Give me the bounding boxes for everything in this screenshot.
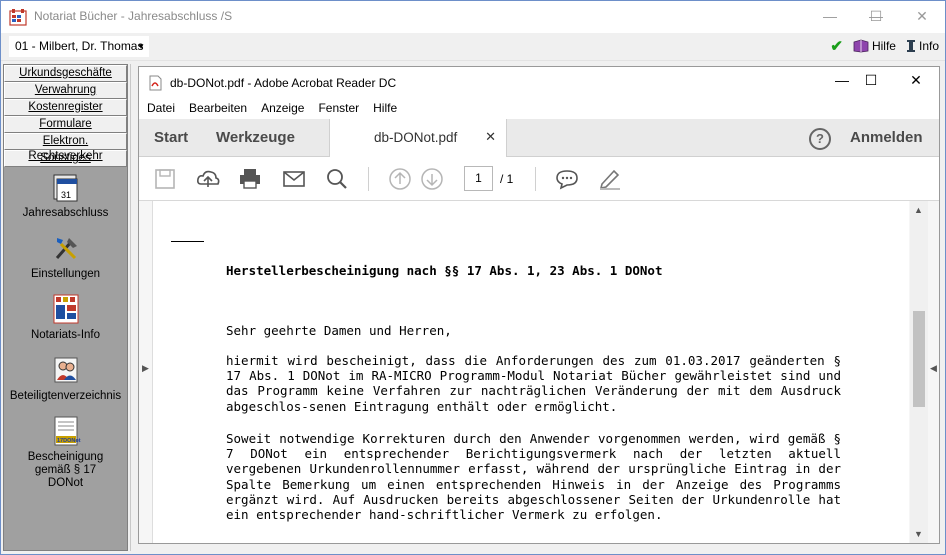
acrobat-toolbar: 1 / 1 xyxy=(139,157,939,201)
minimize-button[interactable]: — xyxy=(807,1,853,31)
left-pane-arrow-icon[interactable]: ▶ xyxy=(142,363,149,374)
nav-item-jahresabschluss[interactable]: 31 Jahresabschluss xyxy=(4,171,127,220)
nav-item-label: Einstellungen xyxy=(30,268,101,280)
tab-document[interactable]: db-DONot.pdf ✕ xyxy=(329,119,507,158)
svg-text:17DONot: 17DONot xyxy=(57,438,81,444)
acrobat-maximize-button[interactable]: ☐ xyxy=(856,72,886,94)
help-button[interactable]: Hilfe xyxy=(853,39,896,53)
document-paragraph: hiermit wird bescheinigt, dass die Anfor… xyxy=(226,353,841,414)
toolbar: 01 - Milbert, Dr. Thomas ▼ ✔ Hilfe Info xyxy=(1,33,945,61)
tab-start[interactable]: Start xyxy=(154,119,188,157)
main-window: Notariat Bücher - Jahresabschluss /S — —… xyxy=(0,0,946,555)
left-nav-panel: Urkundsgeschäfte Verwahrung Kostenregist… xyxy=(3,64,128,551)
menu-fenster[interactable]: Fenster xyxy=(318,97,359,119)
user-select-value: 01 - Milbert, Dr. Thomas xyxy=(15,39,144,53)
book-icon xyxy=(853,39,869,53)
nav-button-verwahrung[interactable]: Verwahrung xyxy=(4,82,127,99)
highlight-pen-icon[interactable] xyxy=(597,167,623,191)
info-button[interactable]: Info xyxy=(906,39,939,53)
building-icon xyxy=(53,294,78,324)
nav-item-notariats-info[interactable]: Notariats-Info xyxy=(4,293,127,342)
page-up-icon[interactable] xyxy=(387,167,413,191)
nav-item-label: Notariats-Info xyxy=(30,329,101,341)
acrobat-tab-bar: Start Werkzeuge db-DONot.pdf ✕ ? Anmelde… xyxy=(139,119,939,158)
info-icon xyxy=(906,40,915,52)
svg-text:31: 31 xyxy=(61,190,71,200)
tools-icon xyxy=(55,238,77,260)
menu-anzeige[interactable]: Anzeige xyxy=(261,97,304,119)
user-select[interactable]: 01 - Milbert, Dr. Thomas ▼ xyxy=(9,36,149,57)
acrobat-minimize-button[interactable]: — xyxy=(827,72,857,94)
nav-button-sonstiges[interactable]: Sonstiges xyxy=(4,150,127,167)
email-icon[interactable] xyxy=(281,167,307,191)
acrobat-title: db-DONot.pdf - Adobe Acrobat Reader DC xyxy=(170,76,397,90)
maximize-button[interactable]: ☐ xyxy=(853,1,899,31)
nav-item-label: Jahresabschluss xyxy=(22,207,109,219)
pdf-file-icon xyxy=(149,75,162,91)
people-icon xyxy=(54,357,77,383)
acrobat-window: db-DONot.pdf - Adobe Acrobat Reader DC —… xyxy=(138,66,940,544)
toolbar-separator xyxy=(535,167,536,191)
calendar-icon: 31 xyxy=(53,174,77,202)
save-icon[interactable] xyxy=(152,167,178,191)
nav-item-bescheinigung[interactable]: 17DONot Bescheinigung gemäß § 17 DONot xyxy=(4,415,127,490)
document-paragraph: Soweit notwendige Korrekturen durch den … xyxy=(226,431,841,523)
tab-werkzeuge[interactable]: Werkzeuge xyxy=(216,119,295,157)
document-salutation: Sehr geehrte Damen und Herren, xyxy=(226,323,452,338)
signin-button[interactable]: Anmelden xyxy=(850,119,923,157)
pdf-page: Herstellerbescheinigung nach §§ 17 Abs. … xyxy=(152,201,909,543)
help-circle-icon[interactable]: ? xyxy=(809,128,831,150)
document-heading: Herstellerbescheinigung nach §§ 17 Abs. … xyxy=(226,263,663,278)
check-icon[interactable]: ✔ xyxy=(830,37,843,55)
scroll-down-icon[interactable]: ▼ xyxy=(914,529,923,539)
panel-splitter[interactable] xyxy=(130,64,136,551)
document-viewer: ▶ Herstellerbescheinigung nach §§ 17 Abs… xyxy=(139,201,939,543)
nav-button-rechtsverkehr[interactable]: Elektron. Rechtsverkehr xyxy=(4,133,127,162)
nav-button-urkundsgeschaefte[interactable]: Urkundsgeschäfte xyxy=(4,65,127,82)
print-icon[interactable] xyxy=(237,167,263,191)
page-down-icon[interactable] xyxy=(419,167,445,191)
nav-button-formulare[interactable]: Formulare xyxy=(4,116,127,133)
scroll-thumb[interactable] xyxy=(913,311,925,407)
page-number-input[interactable]: 1 xyxy=(464,166,493,191)
nav-item-label: Beteiligtenverzeichnis xyxy=(9,390,122,402)
app-icon xyxy=(9,9,27,26)
acrobat-title-bar: db-DONot.pdf - Adobe Acrobat Reader DC —… xyxy=(139,67,939,97)
comment-icon[interactable] xyxy=(554,167,580,191)
help-label: Hilfe xyxy=(871,39,896,53)
nav-button-kostenregister[interactable]: Kostenregister xyxy=(4,99,127,116)
chevron-down-icon: ▼ xyxy=(137,42,145,51)
menu-hilfe[interactable]: Hilfe xyxy=(373,97,397,119)
menu-datei[interactable]: Datei xyxy=(147,97,175,119)
nav-item-beteiligtenverzeichnis[interactable]: Beteiligtenverzeichnis xyxy=(4,354,127,403)
page-total: / 1 xyxy=(500,172,514,186)
acrobat-menu-bar: Datei Bearbeiten Anzeige Fenster Hilfe xyxy=(139,97,939,119)
close-button[interactable]: ✕ xyxy=(899,1,945,31)
window-title: Notariat Bücher - Jahresabschluss /S xyxy=(34,9,233,23)
nav-item-label: Bescheinigung gemäß § 17 DONot xyxy=(27,451,104,489)
header-rule xyxy=(171,241,204,242)
vertical-scrollbar[interactable]: ▲ ▼ xyxy=(910,201,928,543)
tab-document-label: db-DONot.pdf xyxy=(374,130,458,145)
scroll-up-icon[interactable]: ▲ xyxy=(914,205,923,215)
acrobat-close-button[interactable]: ✕ xyxy=(901,72,931,94)
toolbar-separator xyxy=(368,167,369,191)
certificate-icon: 17DONot xyxy=(54,416,81,446)
nav-item-einstellungen[interactable]: Einstellungen xyxy=(4,232,127,281)
title-bar: Notariat Bücher - Jahresabschluss /S — xyxy=(1,1,945,33)
right-pane-arrow-icon[interactable]: ◀ xyxy=(930,363,937,374)
upload-cloud-icon[interactable] xyxy=(195,167,221,191)
info-label: Info xyxy=(918,39,939,53)
close-tab-icon[interactable]: ✕ xyxy=(485,129,496,145)
menu-bearbeiten[interactable]: Bearbeiten xyxy=(189,97,247,119)
search-icon[interactable] xyxy=(324,167,350,191)
